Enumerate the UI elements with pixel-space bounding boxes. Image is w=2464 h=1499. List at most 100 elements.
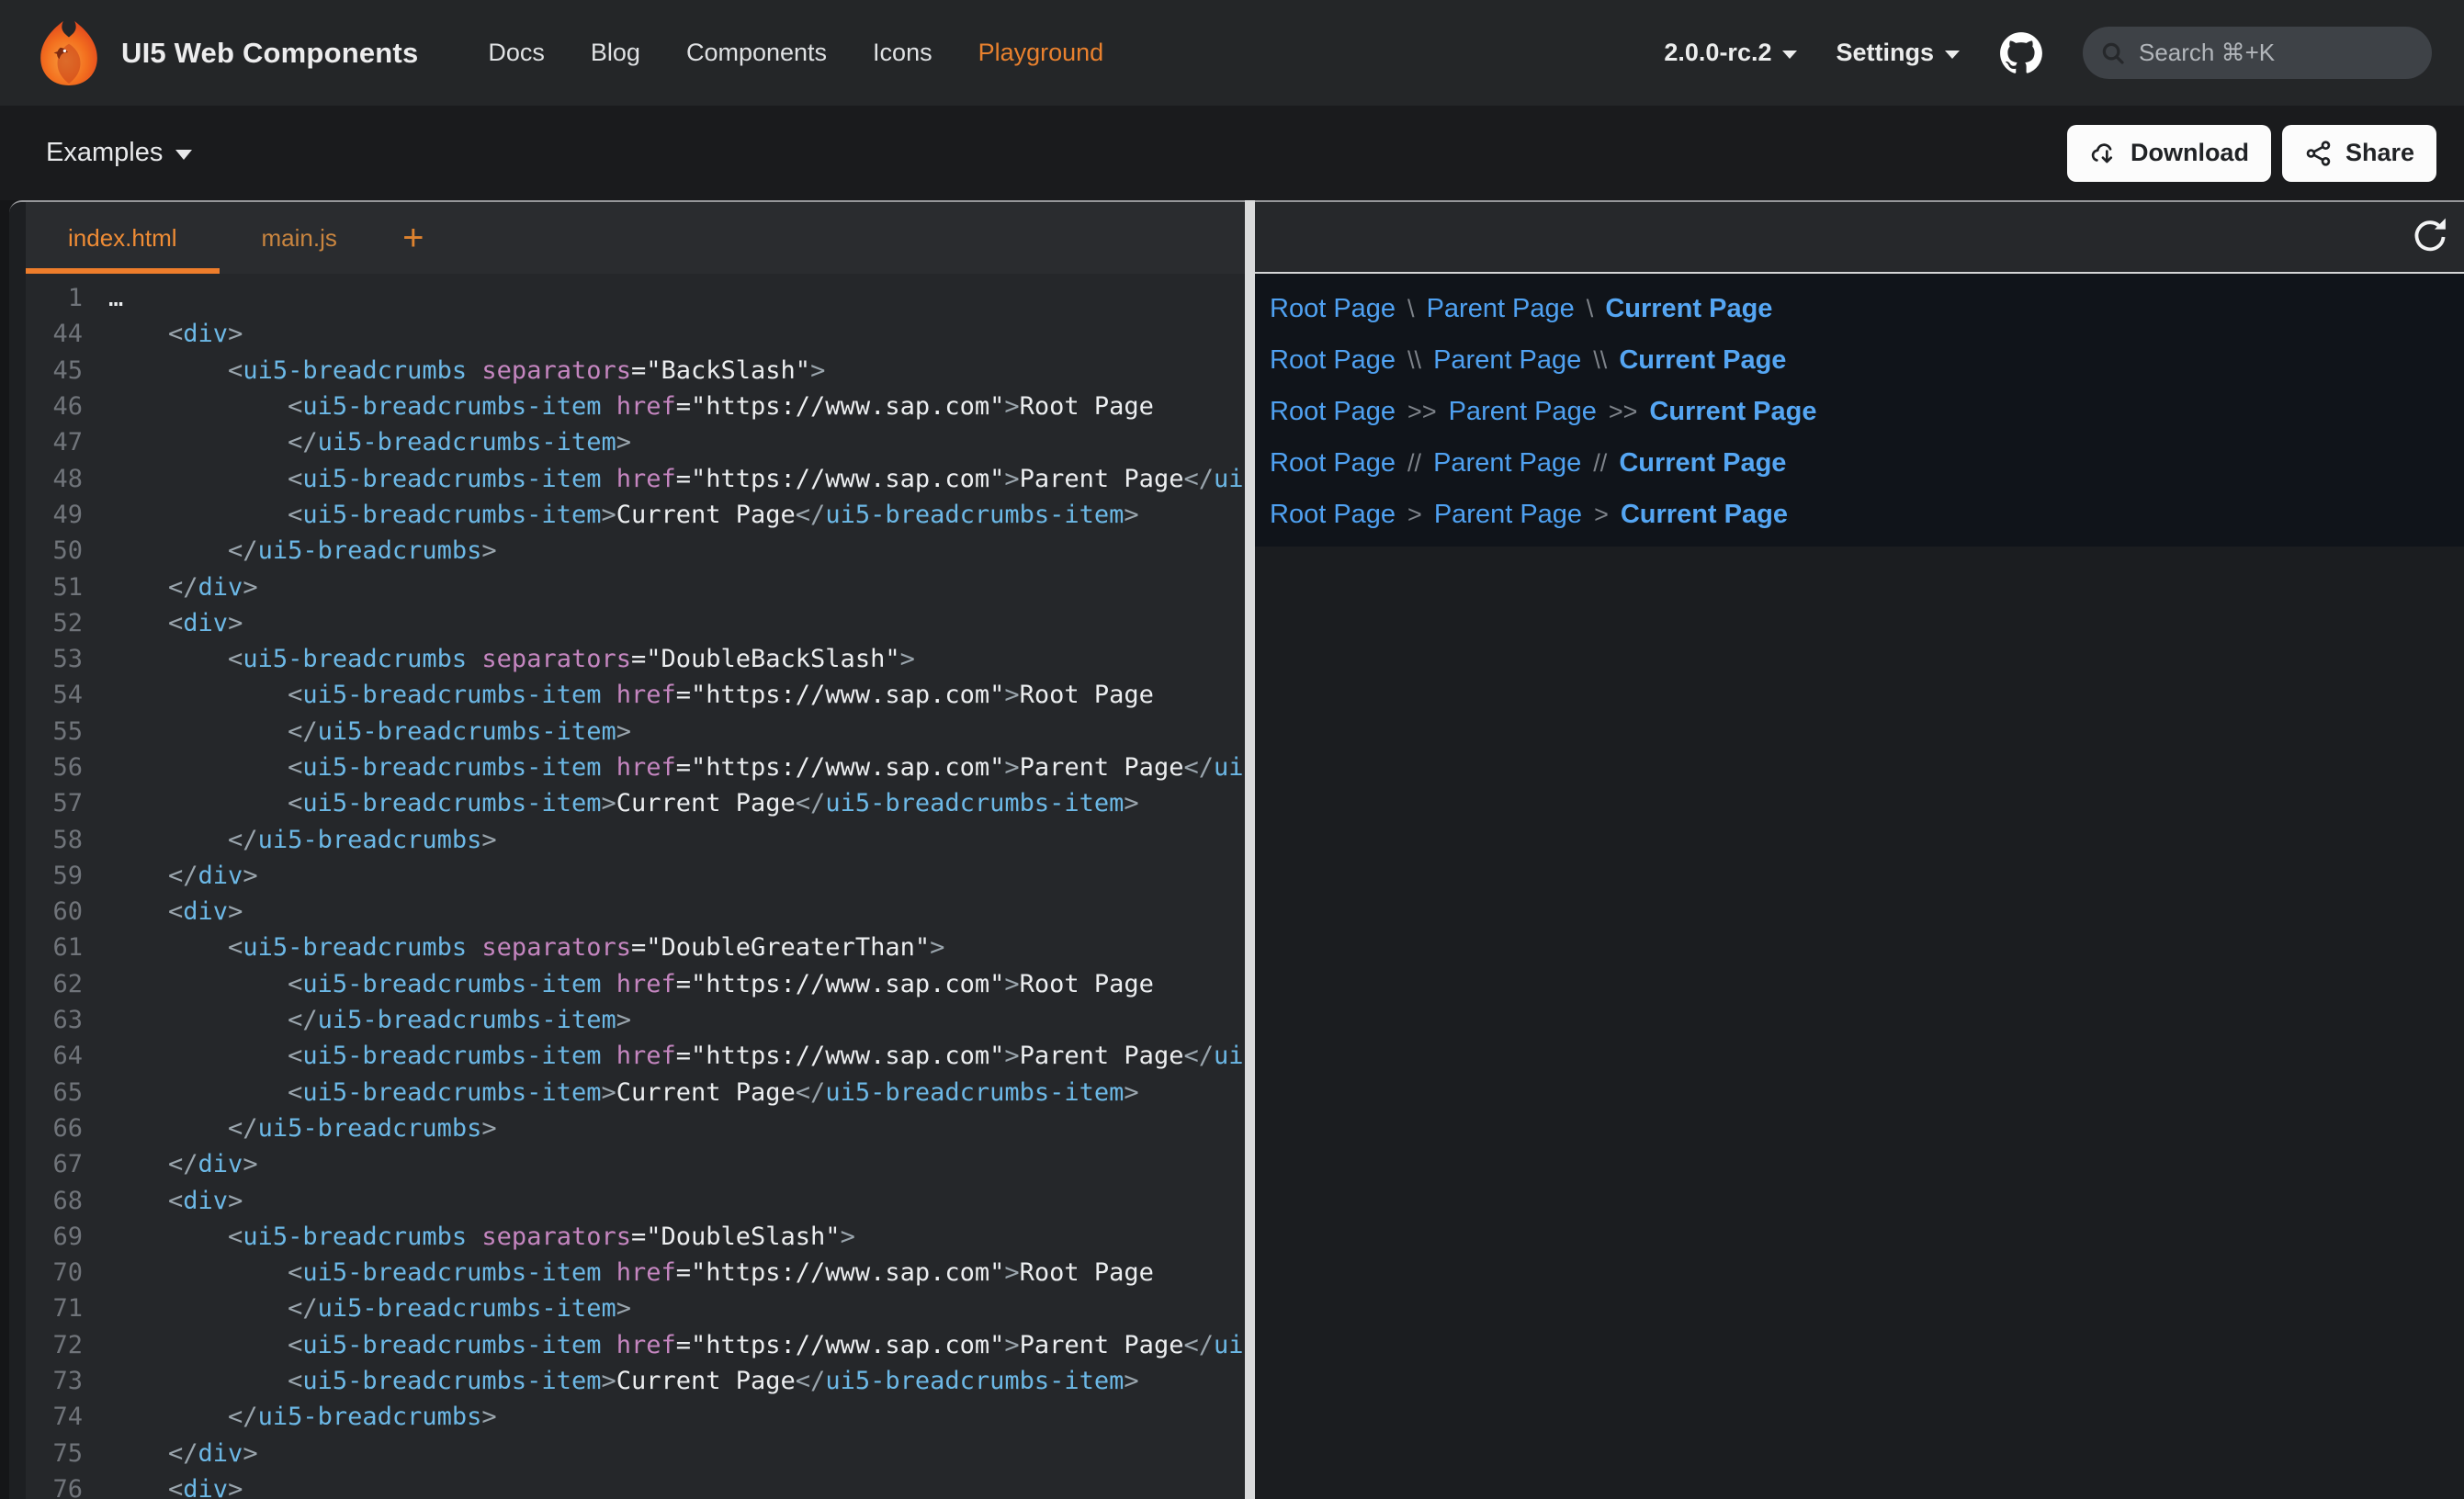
app-root: UI5 Web Components Docs Blog Components Ico… xyxy=(0,0,2464,1499)
code-text: <ui5-breadcrumbs separators="BackSlash"> xyxy=(108,356,825,385)
line-number: 74 xyxy=(26,1403,83,1431)
breadcrumb-link[interactable]: Parent Page xyxy=(1427,292,1575,325)
code-text: </ui5-breadcrumbs> xyxy=(108,1114,497,1143)
code-text: </ui5-breadcrumbs-item> xyxy=(108,717,631,746)
code-line: 57 <ui5-breadcrumbs-item>Current Page</u… xyxy=(26,785,1245,821)
code-line: 76 <div> xyxy=(26,1471,1245,1499)
breadcrumb-link[interactable]: Root Page xyxy=(1270,292,1396,325)
nav-link-docs[interactable]: Docs xyxy=(488,39,545,67)
line-number: 53 xyxy=(26,645,83,673)
line-number: 59 xyxy=(26,862,83,890)
code-line: 52 <div> xyxy=(26,605,1245,641)
breadcrumbs-row: Root Page//Parent Page//Current Page xyxy=(1270,446,2449,479)
code-text: </ui5-breadcrumbs-item> xyxy=(108,428,631,456)
nav-link-blog[interactable]: Blog xyxy=(591,39,640,67)
line-number: 67 xyxy=(26,1150,83,1178)
line-number: 49 xyxy=(26,501,83,529)
download-icon xyxy=(2089,139,2119,168)
search-input[interactable]: Search ⌘+K xyxy=(2083,27,2432,79)
editor-inner: index.htmlmain.js+ 1…44 <div>45 <ui5-bre… xyxy=(26,202,1245,1499)
code-line: 48 <ui5-breadcrumbs-item href="https://w… xyxy=(26,460,1245,496)
settings-label: Settings xyxy=(1836,39,1934,67)
examples-label: Examples xyxy=(46,138,163,168)
version-dropdown[interactable]: 2.0.0-rc.2 xyxy=(1664,39,1797,67)
code-text: … xyxy=(108,284,123,312)
breadcrumbs-row: Root Page>Parent Page>Current Page xyxy=(1270,498,2449,531)
code-line: 44 <div> xyxy=(26,316,1245,352)
line-number: 44 xyxy=(26,320,83,348)
share-button[interactable]: Share xyxy=(2282,125,2436,182)
breadcrumb-link[interactable]: Root Page xyxy=(1270,498,1396,531)
code-line: 73 <ui5-breadcrumbs-item>Current Page</u… xyxy=(26,1363,1245,1399)
code-text: <div> xyxy=(108,609,243,637)
chevron-down-icon xyxy=(1782,51,1797,59)
line-number: 66 xyxy=(26,1114,83,1143)
share-icon xyxy=(2304,139,2334,168)
code-line: 56 <ui5-breadcrumbs-item href="https://w… xyxy=(26,750,1245,785)
breadcrumb-separator: \ xyxy=(1587,292,1594,325)
line-number: 62 xyxy=(26,970,83,998)
breadcrumb-separator: > xyxy=(1407,498,1422,531)
breadcrumb-separator: >> xyxy=(1407,395,1437,428)
code-area[interactable]: 1…44 <div>45 <ui5-breadcrumbs separators… xyxy=(26,274,1245,1499)
github-icon[interactable] xyxy=(1998,30,2044,76)
code-text: </ui5-breadcrumbs-item> xyxy=(108,1294,631,1323)
version-label: 2.0.0-rc.2 xyxy=(1664,39,1771,67)
line-number: 1 xyxy=(26,284,83,312)
breadcrumb-link[interactable]: Parent Page xyxy=(1433,446,1581,479)
settings-dropdown[interactable]: Settings xyxy=(1836,39,1960,67)
code-text: <div> xyxy=(108,320,243,348)
line-number: 46 xyxy=(26,392,83,421)
top-navbar: UI5 Web Components Docs Blog Components Ico… xyxy=(0,0,2464,106)
line-number: 73 xyxy=(26,1367,83,1395)
examples-dropdown[interactable]: Examples xyxy=(46,138,192,168)
code-line: 74 </ui5-breadcrumbs> xyxy=(26,1399,1245,1435)
code-line: 64 <ui5-breadcrumbs-item href="https://w… xyxy=(26,1038,1245,1074)
code-text: <ui5-breadcrumbs-item href="https://www.… xyxy=(108,753,1245,782)
code-text: <ui5-breadcrumbs-item>Current Page</ui5-… xyxy=(108,789,1139,817)
line-number: 55 xyxy=(26,717,83,746)
line-number: 71 xyxy=(26,1294,83,1323)
breadcrumb-separator: // xyxy=(1593,446,1607,479)
line-number: 54 xyxy=(26,681,83,709)
code-text: <ui5-breadcrumbs-item href="https://www.… xyxy=(108,681,1154,709)
code-text: </ui5-breadcrumbs> xyxy=(108,536,497,565)
code-line: 47 </ui5-breadcrumbs-item> xyxy=(26,424,1245,460)
breadcrumb-link[interactable]: Parent Page xyxy=(1434,498,1582,531)
ui5-phoenix-logo-icon[interactable] xyxy=(35,19,103,87)
nav-link-icons[interactable]: Icons xyxy=(873,39,932,67)
add-tab-button[interactable]: + xyxy=(379,202,447,274)
breadcrumb-link[interactable]: Parent Page xyxy=(1433,344,1581,377)
line-number: 57 xyxy=(26,789,83,817)
breadcrumb-current: Current Page xyxy=(1605,292,1772,325)
nav-right: 2.0.0-rc.2 Settings Search ⌘+ xyxy=(1664,27,2432,79)
nav-link-playground[interactable]: Playground xyxy=(978,39,1104,67)
code-text: <ui5-breadcrumbs separators="DoubleBackS… xyxy=(108,645,915,673)
breadcrumb-link[interactable]: Root Page xyxy=(1270,446,1396,479)
refresh-icon[interactable] xyxy=(2409,216,2451,258)
breadcrumb-link[interactable]: Root Page xyxy=(1270,395,1396,428)
code-line: 45 <ui5-breadcrumbs separators="BackSlas… xyxy=(26,353,1245,389)
line-number: 48 xyxy=(26,465,83,493)
tab-index.html[interactable]: index.html xyxy=(26,202,220,274)
search-placeholder: Search ⌘+K xyxy=(2139,39,2275,67)
download-button[interactable]: Download xyxy=(2067,125,2271,182)
code-text: </ui5-breadcrumbs> xyxy=(108,1403,497,1431)
breadcrumbs-row: Root Page>>Parent Page>>Current Page xyxy=(1270,395,2449,428)
download-label: Download xyxy=(2131,139,2249,167)
breadcrumb-link[interactable]: Parent Page xyxy=(1449,395,1597,428)
split-divider-handle[interactable] xyxy=(1245,200,1255,1499)
code-text: </ui5-breadcrumbs> xyxy=(108,826,497,854)
code-text: <div> xyxy=(108,1475,243,1499)
main-split: index.htmlmain.js+ 1…44 <div>45 <ui5-bre… xyxy=(0,200,2464,1499)
nav-link-components[interactable]: Components xyxy=(686,39,827,67)
code-line: 72 <ui5-breadcrumbs-item href="https://w… xyxy=(26,1327,1245,1363)
brand-title[interactable]: UI5 Web Components xyxy=(121,37,418,70)
code-text: <ui5-breadcrumbs-item href="https://www.… xyxy=(108,1258,1154,1287)
breadcrumb-separator: > xyxy=(1594,498,1609,531)
code-line: 69 <ui5-breadcrumbs separators="DoubleSl… xyxy=(26,1219,1245,1255)
breadcrumb-link[interactable]: Root Page xyxy=(1270,344,1396,377)
code-text: <ui5-breadcrumbs-item>Current Page</ui5-… xyxy=(108,501,1139,529)
tab-main.js[interactable]: main.js xyxy=(220,202,379,274)
code-line: 55 </ui5-breadcrumbs-item> xyxy=(26,714,1245,750)
